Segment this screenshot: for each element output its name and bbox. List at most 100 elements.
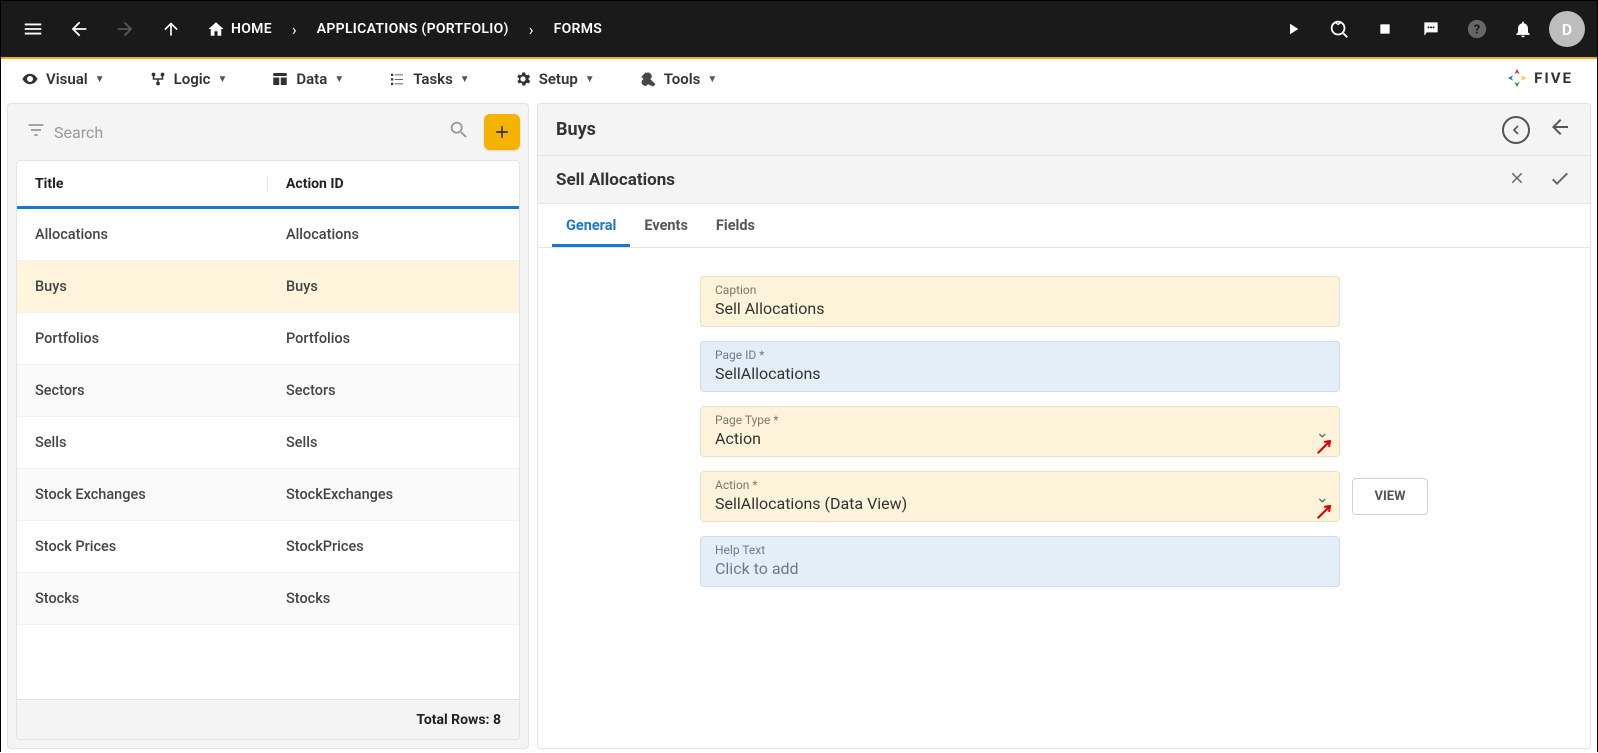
search-zoom-icon[interactable] xyxy=(1319,9,1359,49)
back-arrow-icon[interactable] xyxy=(1548,115,1572,145)
list-panel: Title Action ID AllocationsAllocationsBu… xyxy=(7,103,529,749)
detail-title: Buys xyxy=(556,119,1492,140)
brand-label: FIVE xyxy=(1534,69,1573,87)
page-type-field[interactable]: Page Type * Action ⌄ xyxy=(700,406,1340,457)
menu-tools-label: Tools xyxy=(664,70,701,88)
search-row xyxy=(8,104,528,160)
menu-tasks-label: Tasks xyxy=(413,70,453,88)
help-text-label: Help Text xyxy=(715,543,1325,557)
up-icon[interactable] xyxy=(151,9,191,49)
row-title: Portfolios xyxy=(17,330,268,347)
row-title: Allocations xyxy=(17,226,268,243)
header-action-id[interactable]: Action ID xyxy=(268,176,519,192)
detail-body: Caption Sell Allocations Page ID * SellA… xyxy=(538,248,1590,748)
play-icon[interactable] xyxy=(1273,9,1313,49)
crumb-home-label: HOME xyxy=(231,21,272,37)
avatar-letter: D xyxy=(1562,20,1572,39)
row-title: Sells xyxy=(17,434,268,451)
caption-label: Caption xyxy=(715,283,1325,297)
table-row[interactable]: PortfoliosPortfolios xyxy=(17,313,519,365)
page-id-value: SellAllocations xyxy=(715,364,1325,383)
menu-data-label: Data xyxy=(296,70,327,88)
caption-value: Sell Allocations xyxy=(715,299,1325,318)
detail-header-primary: Buys xyxy=(538,104,1590,156)
header-title[interactable]: Title xyxy=(17,176,268,192)
row-action-id: Sells xyxy=(268,434,519,451)
row-title: Sectors xyxy=(17,382,268,399)
list-footer: Total Rows: 8 xyxy=(17,699,519,739)
back-circle-icon[interactable] xyxy=(1502,116,1530,144)
tab-general[interactable]: General xyxy=(552,207,630,247)
workspace: Title Action ID AllocationsAllocationsBu… xyxy=(1,99,1597,753)
menu-setup-label: Setup xyxy=(539,70,578,88)
table-row[interactable]: SellsSells xyxy=(17,417,519,469)
confirm-icon[interactable] xyxy=(1548,166,1572,194)
crumb-applications[interactable]: APPLICATIONS (PORTFOLIO) xyxy=(317,21,509,37)
action-value: SellAllocations (Data View) xyxy=(715,494,1325,513)
tab-events[interactable]: Events xyxy=(630,207,702,247)
menu-tools[interactable]: Tools ▼ xyxy=(639,70,718,88)
menu-icon[interactable] xyxy=(13,9,53,49)
forward-icon xyxy=(105,9,145,49)
help-icon[interactable]: ? xyxy=(1457,9,1497,49)
back-icon[interactable] xyxy=(59,9,99,49)
action-label: Action * xyxy=(715,478,1325,492)
crumb-forms[interactable]: FORMS xyxy=(554,21,603,37)
detail-subtitle: Sell Allocations xyxy=(556,170,1490,190)
search-icon[interactable] xyxy=(448,119,470,145)
action-field[interactable]: Action * SellAllocations (Data View) ⌄ xyxy=(700,471,1340,522)
menu-visual[interactable]: Visual ▼ xyxy=(21,70,105,88)
tab-events-label: Events xyxy=(644,217,688,234)
footer-label: Total Rows: xyxy=(416,712,489,728)
close-icon[interactable] xyxy=(1508,168,1526,192)
row-action-id: Stocks xyxy=(268,590,519,607)
stop-icon[interactable] xyxy=(1365,9,1405,49)
chevron-down-icon: ▼ xyxy=(585,74,595,85)
topbar-left: HOME › APPLICATIONS (PORTFOLIO) › FORMS xyxy=(13,9,612,49)
search-input[interactable] xyxy=(54,123,440,142)
crumb-applications-label: APPLICATIONS (PORTFOLIO) xyxy=(317,21,509,37)
chevron-right-icon: › xyxy=(292,20,297,39)
chat-icon[interactable] xyxy=(1411,9,1451,49)
help-text-field[interactable]: Help Text Click to add xyxy=(700,536,1340,587)
row-action-id: Allocations xyxy=(268,226,519,243)
footer-count: 8 xyxy=(493,712,501,728)
bell-icon[interactable] xyxy=(1503,9,1543,49)
crumb-home[interactable]: HOME xyxy=(207,20,272,38)
row-title: Stock Prices xyxy=(17,538,268,555)
page-type-label: Page Type * xyxy=(715,413,1325,427)
table-row[interactable]: SectorsSectors xyxy=(17,365,519,417)
chevron-down-icon: ▼ xyxy=(334,74,344,85)
menu-visual-label: Visual xyxy=(46,70,88,88)
brand-logo: FIVE xyxy=(1506,67,1573,89)
page-id-label: Page ID * xyxy=(715,348,1325,362)
add-button[interactable] xyxy=(484,114,520,150)
table-row[interactable]: StocksStocks xyxy=(17,573,519,625)
chevron-down-icon: ▼ xyxy=(217,74,227,85)
row-action-id: Sectors xyxy=(268,382,519,399)
page-id-field[interactable]: Page ID * SellAllocations xyxy=(700,341,1340,392)
topbar-right: ? D xyxy=(1273,9,1585,49)
table-row[interactable]: Stock PricesStockPrices xyxy=(17,521,519,573)
table-row[interactable]: AllocationsAllocations xyxy=(17,209,519,261)
avatar[interactable]: D xyxy=(1549,11,1585,47)
row-action-id: Buys xyxy=(268,278,519,295)
detail-tabs: General Events Fields xyxy=(538,204,1590,248)
menu-setup[interactable]: Setup ▼ xyxy=(514,70,595,88)
menu-tasks[interactable]: Tasks ▼ xyxy=(388,70,470,88)
list-body: AllocationsAllocationsBuysBuysPortfolios… xyxy=(17,209,519,699)
table-row[interactable]: BuysBuys xyxy=(17,261,519,313)
tab-fields[interactable]: Fields xyxy=(702,207,769,247)
filter-icon[interactable] xyxy=(26,120,46,144)
view-button[interactable]: VIEW xyxy=(1352,478,1428,515)
top-bar: HOME › APPLICATIONS (PORTFOLIO) › FORMS … xyxy=(1,1,1597,57)
caption-field[interactable]: Caption Sell Allocations xyxy=(700,276,1340,327)
detail-panel: Buys Sell Allocations General Events Fie… xyxy=(537,103,1591,749)
row-action-id: StockExchanges xyxy=(268,486,519,503)
chevron-down-icon: ▼ xyxy=(95,74,105,85)
chevron-down-icon: ▼ xyxy=(460,74,470,85)
menu-logic[interactable]: Logic ▼ xyxy=(149,70,228,88)
row-title: Stock Exchanges xyxy=(17,486,268,503)
table-row[interactable]: Stock ExchangesStockExchanges xyxy=(17,469,519,521)
menu-data[interactable]: Data ▼ xyxy=(271,70,344,88)
